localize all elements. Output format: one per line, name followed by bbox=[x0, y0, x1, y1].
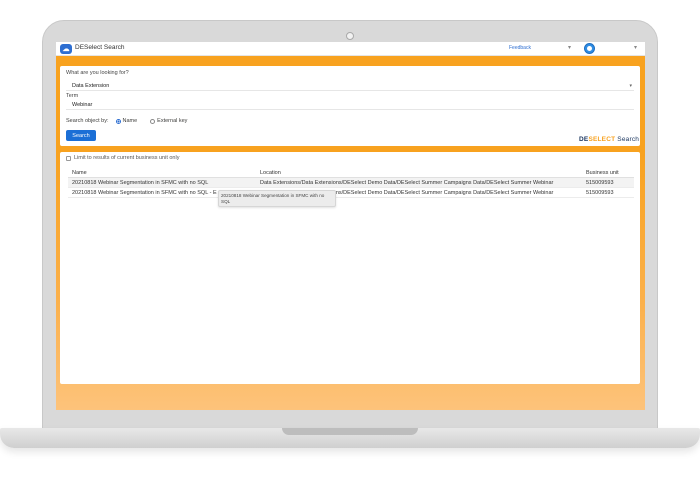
row-business-unit: 515009593 bbox=[586, 180, 614, 186]
deselect-search-logo: DESELECT Search bbox=[579, 136, 639, 143]
limit-to-bu-row[interactable]: Limit to results of current business uni… bbox=[66, 155, 179, 161]
brand-part-search: Search bbox=[615, 136, 640, 143]
app-title: DESelect Search bbox=[75, 44, 125, 51]
column-header-name[interactable]: Name bbox=[72, 168, 260, 178]
table-header: Name Location Business unit bbox=[68, 168, 634, 178]
search-by-group: Search object by: Name External key bbox=[66, 118, 187, 124]
term-input[interactable] bbox=[66, 100, 634, 110]
search-by-label: Search object by: bbox=[66, 118, 109, 124]
app-background: What are you looking for? Data Extension… bbox=[56, 56, 645, 410]
question-label: What are you looking for? bbox=[66, 70, 129, 76]
cloud-logo-icon: ☁ bbox=[60, 44, 72, 54]
radio-name[interactable]: Name bbox=[115, 118, 138, 124]
row-name[interactable]: 20210818 Webinar Segmentation in SFMC wi… bbox=[72, 178, 260, 188]
avatar[interactable] bbox=[584, 43, 595, 54]
results-table: Name Location Business unit 20210818 Web… bbox=[68, 168, 634, 198]
limit-to-bu-label: Limit to results of current business uni… bbox=[74, 155, 180, 161]
laptop-notch bbox=[282, 428, 418, 435]
object-type-value: Data Extension bbox=[72, 83, 110, 89]
chevron-down-icon: ▾ bbox=[629, 83, 632, 89]
object-type-select[interactable]: Data Extension ▾ bbox=[66, 81, 634, 91]
table-row[interactable]: 20210818 Webinar Segmentation in SFMC wi… bbox=[68, 178, 634, 188]
app-header: ☁ DESelect Search Feedback ▾ ▾ bbox=[56, 42, 645, 56]
radio-external-key-label: External key bbox=[157, 118, 188, 124]
radio-external-key[interactable]: External key bbox=[150, 118, 187, 124]
row-location: Data Extensions/Data Extensions/DESelect… bbox=[260, 180, 554, 186]
feedback-link[interactable]: Feedback bbox=[509, 45, 531, 51]
column-header-business-unit[interactable]: Business unit bbox=[586, 168, 634, 178]
table-row[interactable]: 20210818 Webinar Segmentation in SFMC wi… bbox=[68, 188, 634, 198]
search-button[interactable]: Search bbox=[66, 130, 96, 141]
radio-name-indicator[interactable] bbox=[115, 118, 121, 124]
search-panel: What are you looking for? Data Extension… bbox=[60, 66, 640, 146]
limit-to-bu-checkbox[interactable] bbox=[66, 155, 71, 161]
user-menu-chevron-icon[interactable]: ▾ bbox=[634, 44, 637, 51]
radio-external-key-indicator[interactable] bbox=[150, 118, 156, 124]
results-panel: Limit to results of current business uni… bbox=[60, 152, 640, 384]
screen: ☁ DESelect Search Feedback ▾ ▾ What are … bbox=[56, 42, 645, 410]
camera-icon bbox=[346, 32, 354, 40]
term-label: Term bbox=[66, 93, 79, 99]
user-icon bbox=[587, 46, 592, 51]
column-header-location[interactable]: Location bbox=[260, 168, 582, 178]
brand-part-select: SELECT bbox=[588, 136, 616, 143]
name-tooltip: 20210818 Webinar Segmentation in SFMC wi… bbox=[218, 190, 336, 207]
row-business-unit: 515009593 bbox=[586, 190, 614, 196]
radio-name-label: Name bbox=[122, 118, 138, 124]
chevron-down-icon[interactable]: ▾ bbox=[568, 44, 571, 51]
